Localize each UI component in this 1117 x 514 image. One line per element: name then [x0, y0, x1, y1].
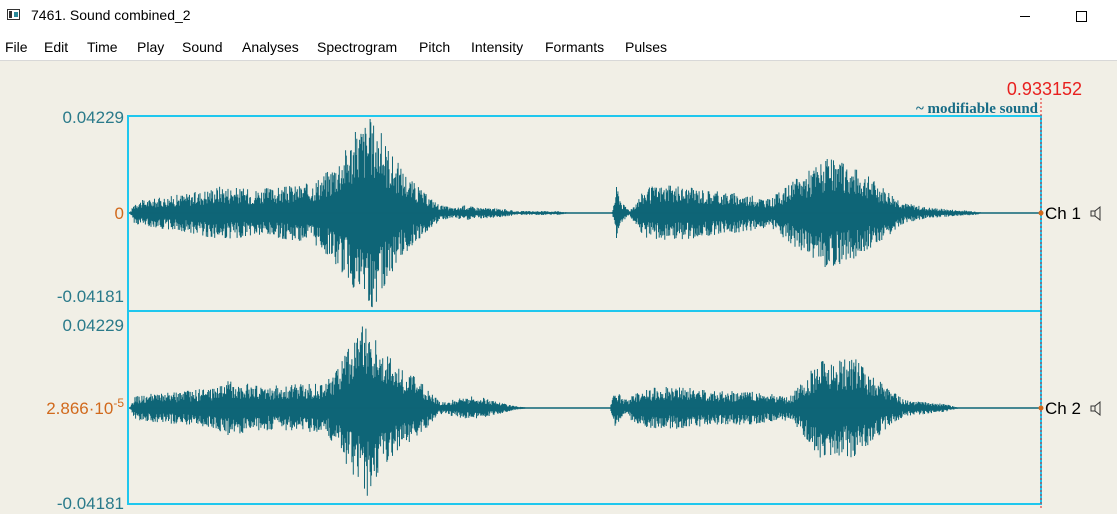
waveform-trace: [130, 326, 959, 496]
menu-edit[interactable]: Edit: [44, 39, 68, 55]
channel-1-cursor-dot: [1038, 210, 1044, 216]
channel-2-speaker-icon[interactable]: [1090, 400, 1101, 417]
ch1-top-value: 0.04229: [63, 108, 124, 127]
menu-formants[interactable]: Formants: [545, 39, 604, 55]
sound-editor-canvas[interactable]: 0.933152 ~ modifiable sound 0.04229 0 -0…: [0, 61, 1117, 513]
menu-intensity[interactable]: Intensity: [471, 39, 523, 55]
menu-pitch[interactable]: Pitch: [419, 39, 450, 55]
menu-file[interactable]: File: [5, 39, 28, 55]
menu-sound[interactable]: Sound: [182, 39, 222, 55]
title-bar: 7461. Sound combined_2: [0, 0, 1117, 32]
channel-2-cursor-dot: [1038, 405, 1044, 411]
ch1-bottom-value: -0.04181: [57, 287, 124, 306]
menu-play[interactable]: Play: [137, 39, 164, 55]
ch2-top-value: 0.04229: [63, 316, 124, 335]
channel-1-speaker-icon[interactable]: [1090, 205, 1101, 222]
waveform-channel-2[interactable]: [130, 326, 959, 496]
ch1-center-value: 0: [115, 204, 124, 223]
ch2-bottom-value: -0.04181: [57, 494, 124, 509]
menu-bar: File Edit Time Play Sound Analyses Spect…: [0, 32, 1117, 61]
menu-analyses[interactable]: Analyses: [242, 39, 299, 55]
menu-spectrogram[interactable]: Spectrogram: [317, 39, 397, 55]
minimize-button[interactable]: [1002, 0, 1048, 32]
ch2-center-value: 2.866·10-5: [46, 396, 124, 418]
maximize-button[interactable]: [1058, 0, 1104, 32]
modifiable-sound-label: ~ modifiable sound: [916, 101, 1039, 117]
window-title: 7461. Sound combined_2: [31, 7, 191, 23]
channel-1-label[interactable]: Ch 1: [1045, 204, 1081, 223]
menu-pulses[interactable]: Pulses: [625, 39, 667, 55]
praat-window-icon: [7, 9, 20, 20]
cursor-time-label: 0.933152: [1007, 79, 1082, 99]
channel-2-label[interactable]: Ch 2: [1045, 399, 1081, 418]
menu-time[interactable]: Time: [87, 39, 118, 55]
